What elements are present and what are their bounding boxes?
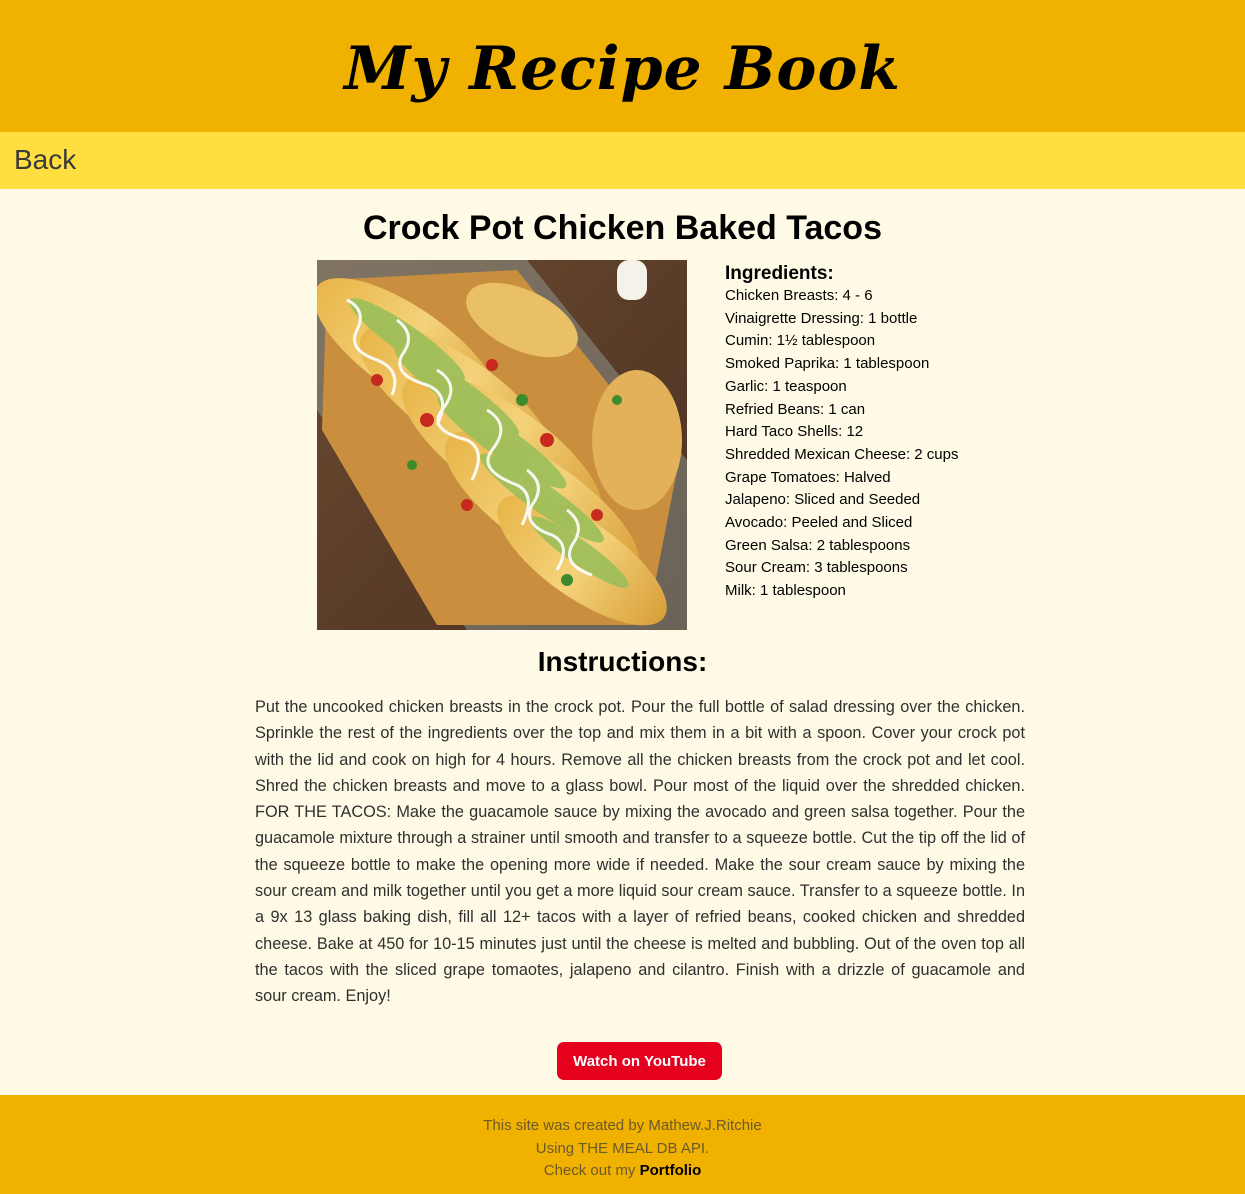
footer-credit: This site was created by Mathew.J.Ritchi… (483, 1117, 762, 1134)
recipe-image (317, 260, 687, 630)
ingredient-item: Vinaigrette Dressing: 1 bottle (725, 309, 918, 327)
ingredients-heading: Ingredients: (725, 263, 834, 284)
portfolio-link[interactable]: Portfolio (640, 1162, 702, 1179)
ingredient-item: Garlic: 1 teaspoon (725, 377, 847, 395)
ingredient-item: Milk: 1 tablespoon (725, 582, 846, 600)
back-link[interactable]: Back (14, 144, 76, 176)
site-footer: This site was created by Mathew.J.Ritchi… (0, 1095, 1245, 1194)
ingredient-item: Sour Cream: 3 tablespoons (725, 559, 908, 577)
ingredient-item: Shredded Mexican Cheese: 2 cups (725, 445, 959, 463)
footer-portfolio-line: Check out my Portfolio (0, 1160, 1245, 1183)
ingredient-list: Chicken Breasts: 4 - 6 Vinaigrette Dress… (725, 285, 1065, 603)
ingredient-item: Grape Tomatoes: Halved (725, 468, 891, 486)
instructions-heading: Instructions: (537, 646, 708, 677)
instructions-text: Put the uncooked chicken breasts in the … (255, 698, 1025, 1006)
site-header: My Recipe Book (0, 0, 1245, 132)
ingredient-item: Smoked Paprika: 1 tablespoon (725, 355, 930, 373)
recipe-title: Crock Pot Chicken Baked Tacos (363, 209, 882, 247)
ingredient-item: Green Salsa: 2 tablespoons (725, 536, 911, 554)
ingredient-item: Hard Taco Shells: 12 (725, 423, 864, 441)
footer-api-note: Using THE MEAL DB API. (535, 1139, 710, 1157)
ingredient-item: Cumin: 1½ tablespoon (725, 332, 876, 350)
nav-bar: Back (0, 132, 1245, 189)
ingredient-item: Refried Beans: 1 can (725, 400, 866, 418)
ingredient-item: Avocado: Peeled and Sliced (725, 514, 913, 532)
watch-on-youtube-button[interactable]: Watch on YouTube (557, 1042, 722, 1080)
ingredients-section: Ingredients: Chicken Breasts: 4 - 6 Vina… (725, 263, 1065, 603)
ingredient-item: Jalapeno: Sliced and Seeded (725, 491, 921, 509)
ingredient-item: Chicken Breasts: 4 - 6 (725, 287, 873, 304)
footer-portfolio-prefix: Check out my (543, 1162, 636, 1179)
site-title: My Recipe Book (344, 34, 901, 104)
